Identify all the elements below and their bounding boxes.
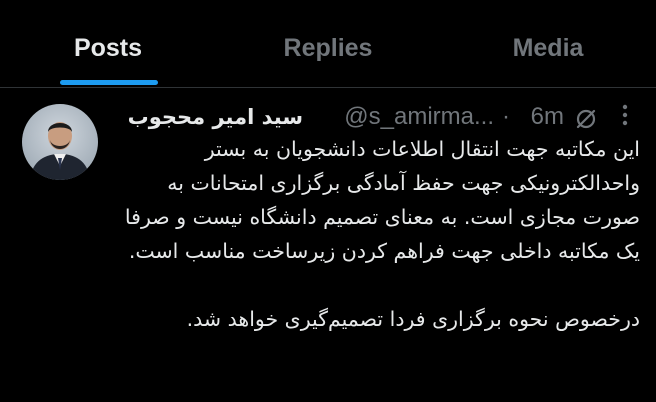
tweet-header: سید امیر محجوب @s_amirma... · 6m [108, 98, 638, 136]
grok-glyph [576, 109, 596, 129]
tab-replies[interactable]: Replies [258, 28, 398, 68]
avatar[interactable] [22, 104, 98, 180]
tweet-text: این مکاتبه جهت انتقال اطلاعات دانشجویان … [108, 132, 640, 336]
user-avatar-icon [22, 104, 98, 180]
tab-posts[interactable]: Posts [38, 28, 178, 68]
tab-media[interactable]: Media [478, 28, 618, 68]
display-name[interactable]: سید امیر محجوب [128, 98, 303, 136]
tweet-paragraph-1: این مکاتبه جهت انتقال اطلاعات دانشجویان … [124, 137, 640, 263]
more-dots [622, 104, 628, 126]
user-handle[interactable]: @s_amirma... [344, 98, 494, 136]
tabs-divider [0, 87, 656, 88]
timestamp[interactable]: 6m [531, 98, 564, 136]
active-tab-indicator [60, 80, 158, 85]
more-icon[interactable] [612, 98, 638, 136]
profile-tabs: Posts Replies Media [0, 0, 656, 88]
grok-icon[interactable] [574, 105, 598, 129]
tweet-paragraph-2: درخصوص نحوه برگزاری فردا تصمیم‌گیری خواه… [186, 307, 640, 331]
separator-dot: · [502, 103, 510, 130]
